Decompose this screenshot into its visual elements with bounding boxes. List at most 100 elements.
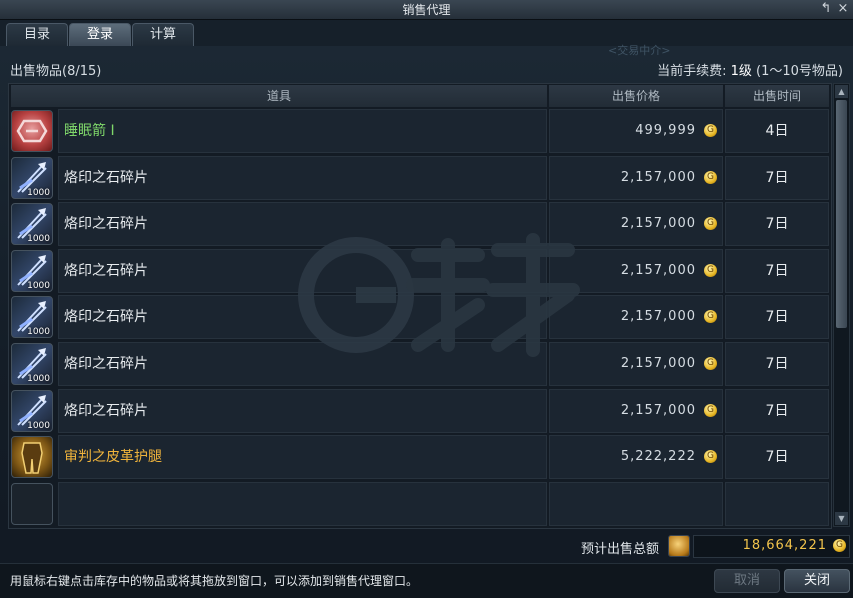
scroll-thumb[interactable] — [836, 100, 847, 328]
close-icon[interactable]: × — [835, 1, 851, 17]
item-name: 烙印之石碎片 — [64, 356, 148, 372]
item-cell: 烙印之石碎片 — [58, 248, 547, 293]
cancel-button[interactable]: 取消 — [714, 569, 780, 593]
item-name: 烙印之石碎片 — [64, 169, 148, 186]
money-bag-icon — [668, 535, 690, 557]
item-quantity: 1000 — [27, 280, 50, 291]
item-price: 2,157,000 — [620, 356, 696, 371]
item-price: 2,157,000 — [620, 402, 696, 418]
gold-coin-icon: G — [704, 124, 717, 137]
brand-stone-shard-icon[interactable]: 1000 — [11, 343, 53, 385]
table-row[interactable]: 1000 烙印之石碎片 2,157,000 G 7日 — [9, 388, 831, 433]
table-row[interactable] — [9, 481, 831, 526]
fee-level: 1级 — [730, 64, 752, 79]
item-quantity: 1000 — [27, 187, 50, 198]
item-name: 烙印之石碎片 — [64, 262, 148, 279]
gold-coin-icon: G — [704, 450, 717, 464]
price-cell: 2,157,000 G — [549, 388, 723, 433]
item-name: 烙印之石碎片 — [64, 216, 148, 233]
item-price: 499,999 — [635, 123, 696, 138]
item-cell: 烙印之石碎片 — [58, 155, 547, 200]
tab-catalog[interactable]: 目录 — [6, 23, 68, 46]
item-price: 2,157,000 — [620, 169, 696, 185]
item-cell: 烙印之石碎片 — [58, 295, 547, 340]
total-row: 预计出售总额 18,664,221 G — [0, 532, 853, 560]
item-quantity: 1000 — [27, 374, 50, 384]
total-box: 18,664,221 G — [693, 535, 850, 558]
item-cell: 烙印之石碎片 — [58, 202, 547, 247]
item-price: 2,157,000 — [620, 262, 696, 278]
gold-coin-icon: G — [704, 357, 717, 370]
column-header-time: 出售时间 — [725, 85, 829, 107]
table-row[interactable]: 1000 烙印之石碎片 2,157,000 G 7日 — [9, 341, 831, 386]
total-label: 预计出售总额 — [581, 542, 660, 557]
time-cell: 7日 — [725, 388, 829, 433]
item-name: 烙印之石碎片 — [64, 402, 148, 419]
table-row[interactable]: 1000 烙印之石碎片 2,157,000 G 7日 — [9, 201, 831, 247]
time-cell: 7日 — [725, 435, 829, 480]
close-button[interactable]: 关闭 — [784, 569, 850, 593]
title-bar: 销售代理 ↰ × — [0, 0, 853, 20]
empty-slot[interactable] — [11, 482, 53, 525]
gold-coin-icon: G — [704, 403, 717, 417]
gold-coin-icon: G — [704, 263, 717, 277]
item-price: 2,157,000 — [620, 309, 696, 325]
price-cell: 2,157,000 G — [549, 342, 723, 386]
item-name: 审判之皮革护腿 — [64, 449, 162, 466]
items-count-label: 出售物品(8/15) — [10, 64, 102, 79]
table-row[interactable]: 审判之皮革护腿 5,222,222 G 7日 — [9, 434, 831, 480]
sleep-arrow-icon[interactable] — [11, 110, 53, 152]
brand-stone-shard-icon[interactable]: 1000 — [11, 156, 53, 199]
sales-agent-window: 销售代理 ↰ × 目录 登录 计算 <交易中介> 出售物品(8/15) 当前手续… — [0, 0, 853, 598]
window-title: 销售代理 — [402, 3, 451, 17]
total-value: 18,664,221 — [742, 538, 827, 553]
time-cell: 7日 — [725, 342, 829, 386]
item-cell: 烙印之石碎片 — [58, 342, 547, 386]
fee-suffix: (1～10号物品) — [751, 64, 843, 79]
item-name: 烙印之石碎片 — [64, 309, 148, 326]
gold-coin-icon: G — [833, 539, 846, 552]
price-cell: 2,157,000 G — [549, 202, 723, 247]
item-quantity: 1000 — [27, 327, 50, 338]
column-header-item: 道具 — [11, 85, 547, 107]
item-price: 5,222,222 — [620, 449, 696, 465]
price-cell: 2,157,000 G — [549, 295, 723, 340]
price-cell: 5,222,222 G — [549, 435, 723, 480]
gold-coin-icon: G — [704, 310, 717, 324]
item-quantity: 1000 — [27, 420, 50, 431]
gold-coin-icon: G — [704, 217, 717, 231]
time-cell: 7日 — [725, 202, 829, 247]
item-name: 睡眠箭 I — [64, 123, 115, 139]
table-row[interactable]: 1000 烙印之石碎片 2,157,000 G 7日 — [9, 248, 831, 293]
table-row[interactable]: 睡眠箭 I 499,999 G 4日 — [9, 108, 831, 153]
tab-calculate[interactable]: 计算 — [132, 23, 194, 46]
leather-leggings-icon[interactable] — [11, 436, 53, 479]
gold-coin-icon: G — [704, 170, 717, 184]
time-cell: 4日 — [725, 109, 829, 153]
restore-icon[interactable]: ↰ — [818, 1, 834, 17]
time-cell — [725, 481, 829, 526]
scroll-down-icon[interactable]: ▼ — [835, 512, 848, 525]
footer-bar: 用鼠标右键点击库存中的物品或将其拖放到窗口，可以添加到销售代理窗口。 取消 关闭 — [0, 563, 853, 598]
item-cell: 审判之皮革护腿 — [58, 435, 547, 480]
fee-info: 当前手续费: 1级 (1～10号物品) — [657, 60, 843, 79]
item-cell: 睡眠箭 I — [58, 109, 547, 153]
brand-stone-shard-icon[interactable]: 1000 — [11, 389, 53, 432]
brand-stone-shard-icon[interactable]: 1000 — [11, 249, 53, 292]
item-cell — [58, 481, 547, 526]
table-scrollbar[interactable]: ▲ ▼ — [833, 83, 850, 527]
brand-stone-shard-icon[interactable]: 1000 — [11, 296, 53, 339]
scroll-up-icon[interactable]: ▲ — [835, 85, 848, 98]
price-cell: 2,157,000 G — [549, 155, 723, 200]
tab-bar: 目录 登录 计算 <交易中介> — [0, 20, 853, 57]
column-header-price: 出售价格 — [549, 85, 723, 107]
table-row[interactable]: 1000 烙印之石碎片 2,157,000 G 7日 — [9, 155, 831, 200]
time-cell: 7日 — [725, 295, 829, 340]
sale-header: 出售物品(8/15) 当前手续费: 1级 (1～10号物品) — [0, 56, 853, 80]
fee-prefix: 当前手续费: — [657, 64, 731, 79]
table-row[interactable]: 1000 烙印之石碎片 2,157,000 G 7日 — [9, 294, 831, 340]
tab-register[interactable]: 登录 — [69, 23, 131, 46]
item-quantity: 1000 — [27, 234, 50, 245]
price-cell — [549, 481, 723, 526]
brand-stone-shard-icon[interactable]: 1000 — [11, 203, 53, 246]
